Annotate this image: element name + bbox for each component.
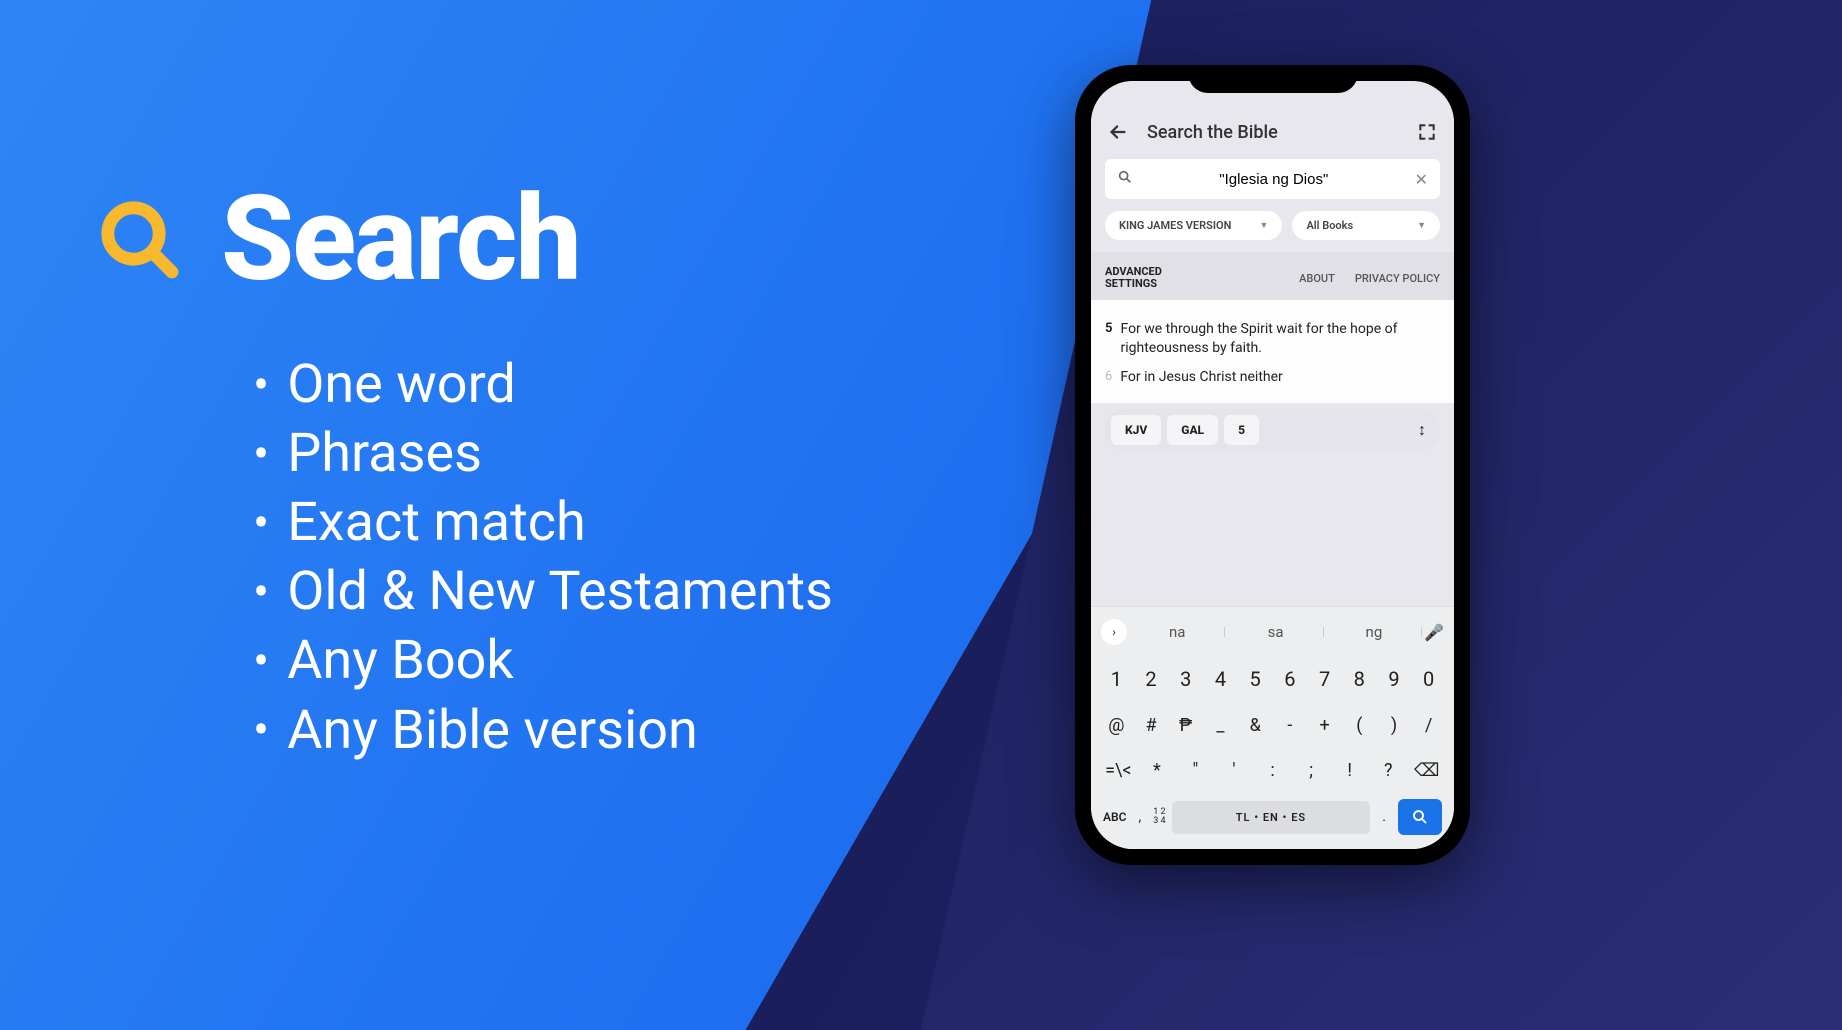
suggestion[interactable]: sa (1227, 623, 1323, 641)
keyboard-key[interactable]: : (1253, 752, 1292, 789)
verse-number: 6 (1105, 368, 1112, 387)
verse-number: 5 (1105, 320, 1112, 358)
back-icon[interactable] (1107, 121, 1129, 143)
app-header-title: Search the Bible (1147, 122, 1398, 143)
marketing-title: Search (221, 170, 580, 308)
keyboard-key[interactable]: " (1176, 752, 1215, 789)
books-dropdown[interactable]: All Books ▼ (1292, 211, 1440, 240)
fullscreen-icon[interactable] (1416, 121, 1438, 143)
chevron-down-icon: ▼ (1417, 220, 1426, 231)
books-label: All Books (1306, 219, 1353, 232)
keyboard-key[interactable]: / (1411, 707, 1446, 744)
keyboard-key[interactable]: - (1273, 707, 1308, 744)
clear-icon[interactable]: ✕ (1415, 170, 1428, 189)
keyboard-key[interactable]: & (1238, 707, 1273, 744)
keyboard-key[interactable]: 9 (1377, 659, 1412, 699)
keyboard-key[interactable]: + (1307, 707, 1342, 744)
keyboard-row: 1234567890 (1095, 655, 1450, 703)
verse-text: For in Jesus Christ neither (1120, 368, 1282, 387)
bullet-item: One word (287, 350, 516, 419)
nav-chapter-button[interactable]: 5 (1224, 415, 1259, 445)
nav-version-button[interactable]: KJV (1111, 415, 1161, 445)
results-panel: 5 For we through the Spirit wait for the… (1091, 300, 1454, 403)
keyboard-key[interactable]: 7 (1307, 659, 1342, 699)
keyboard-key[interactable]: 5 (1238, 659, 1273, 699)
keyboard-key[interactable]: 3 (1168, 659, 1203, 699)
keyboard-key[interactable]: =\< (1099, 752, 1138, 789)
keyboard-key[interactable]: 6 (1273, 659, 1308, 699)
verse-row[interactable]: 6 For in Jesus Christ neither (1105, 368, 1440, 387)
tab-privacy[interactable]: PRIVACY POLICY (1355, 272, 1440, 285)
keyboard-key[interactable]: 1 (1099, 659, 1134, 699)
verse-nav-pill[interactable]: KJV GAL 5 ↕ (1105, 409, 1440, 451)
version-label: KING JAMES VERSION (1119, 219, 1231, 232)
soft-keyboard: › na sa ng 🎤 1234567890 @#₱_&-+()/ =\<*"… (1091, 606, 1454, 849)
search-icon (95, 195, 183, 283)
suggestion[interactable]: ng (1326, 623, 1422, 641)
verse-row[interactable]: 5 For we through the Spirit wait for the… (1105, 320, 1440, 358)
chevron-right-icon[interactable]: › (1101, 619, 1127, 645)
keyboard-key[interactable]: # (1134, 707, 1169, 744)
keyboard-key[interactable]: ) (1377, 707, 1412, 744)
bullet-item: Old & New Testaments (287, 557, 833, 626)
tabs-row: ADVANCED SETTINGS ABOUT PRIVACY POLICY (1091, 252, 1454, 300)
app-screen: Search the Bible ✕ KING JAMES VERSION ▼ … (1091, 81, 1454, 849)
keyboard-key[interactable]: 8 (1342, 659, 1377, 699)
chevron-down-icon: ▼ (1260, 220, 1269, 231)
phone-mockup: Search the Bible ✕ KING JAMES VERSION ▼ … (1075, 65, 1470, 865)
search-go-key[interactable] (1398, 799, 1442, 835)
keyboard-key[interactable]: 4 (1203, 659, 1238, 699)
keyboard-key[interactable]: * (1138, 752, 1177, 789)
verse-text: For we through the Spirit wait for the h… (1120, 320, 1440, 358)
bullet-item: Exact match (287, 488, 586, 557)
bullet-item: Any Book (287, 626, 514, 695)
nav-book-button[interactable]: GAL (1167, 415, 1218, 445)
mic-icon[interactable]: 🎤 (1424, 623, 1444, 642)
keyboard-row: =\<*"':;!?⌫ (1095, 748, 1450, 793)
search-input[interactable] (1143, 171, 1405, 188)
keyboard-key[interactable]: ! (1330, 752, 1369, 789)
bullet-item: Phrases (287, 419, 482, 488)
phone-notch (1188, 65, 1358, 93)
spacebar-key[interactable]: TL • EN • ES (1172, 801, 1371, 834)
keyboard-row: @#₱_&-+()/ (1095, 703, 1450, 748)
updown-icon[interactable]: ↕ (1418, 420, 1426, 440)
keyboard-key[interactable]: ⌫ (1408, 752, 1447, 789)
keyboard-key[interactable]: ? (1369, 752, 1408, 789)
tab-advanced-settings[interactable]: ADVANCED SETTINGS (1105, 266, 1175, 290)
keyboard-key[interactable]: @ (1099, 707, 1134, 744)
comma-key[interactable]: , (1132, 809, 1147, 825)
numbers-key[interactable]: 1 2 3 4 (1153, 808, 1165, 826)
marketing-bullets: One word Phrases Exact match Old & New T… (253, 350, 833, 765)
keyboard-key[interactable]: ; (1292, 752, 1331, 789)
search-icon (1117, 169, 1133, 189)
keyboard-key[interactable]: ₱ (1168, 707, 1203, 744)
keyboard-key[interactable]: _ (1203, 707, 1238, 744)
abc-key[interactable]: ABC (1103, 810, 1126, 824)
tab-about[interactable]: ABOUT (1299, 272, 1335, 285)
keyboard-key[interactable]: ' (1215, 752, 1254, 789)
bullet-item: Any Bible version (287, 696, 698, 765)
search-field[interactable]: ✕ (1105, 159, 1440, 199)
keyboard-key[interactable]: 2 (1134, 659, 1169, 699)
period-key[interactable]: . (1376, 809, 1392, 825)
keyboard-key[interactable]: 0 (1411, 659, 1446, 699)
marketing-panel: Search One word Phrases Exact match Old … (95, 170, 833, 765)
version-dropdown[interactable]: KING JAMES VERSION ▼ (1105, 211, 1282, 240)
suggestion[interactable]: na (1129, 623, 1225, 641)
keyboard-key[interactable]: ( (1342, 707, 1377, 744)
